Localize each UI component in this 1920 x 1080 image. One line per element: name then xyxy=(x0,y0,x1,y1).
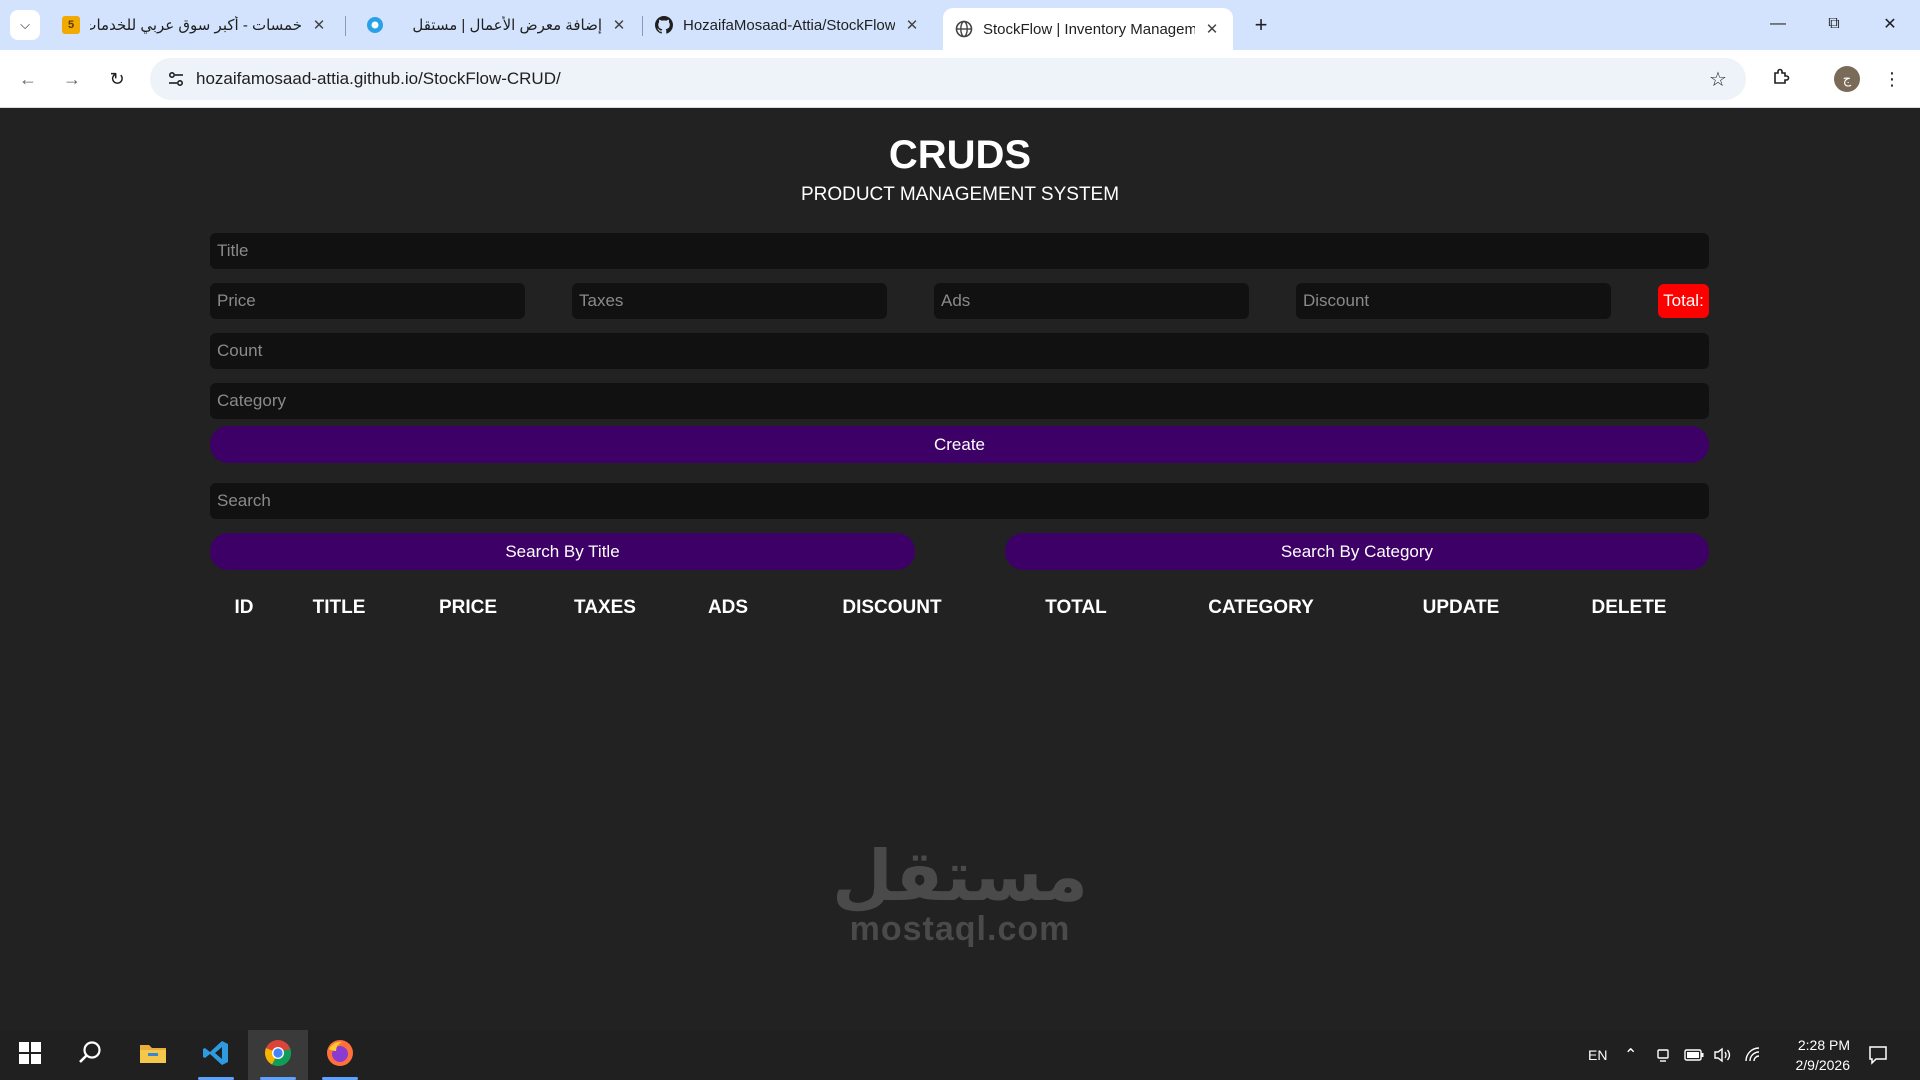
browser-tab-mostaql[interactable]: إضافة معرض الأعمال | مستقل ✕ xyxy=(354,8,640,42)
count-input[interactable] xyxy=(210,333,1709,369)
browser-tab-stockflow[interactable]: StockFlow | Inventory Management ✕ xyxy=(943,8,1233,50)
windows-taskbar: EN ⌃ 2:28 PM 2/9/2026 xyxy=(0,1030,1920,1080)
windows-logo-icon xyxy=(19,1041,41,1069)
restore-window-button[interactable]: ⧉ xyxy=(1814,6,1854,42)
taskbar-search-button[interactable] xyxy=(60,1030,120,1080)
mostaql-favicon-icon xyxy=(366,16,384,34)
volume-icon[interactable] xyxy=(1713,1030,1733,1080)
browser-tab-strip: ⌵ 5 خمسات - أكبر سوق عربي للخدمات ✕ إضاف… xyxy=(0,0,1920,50)
mostaql-watermark: مستقل mostaql.com xyxy=(820,840,1100,946)
column-header-title: TITLE xyxy=(312,597,366,618)
column-header-delete: DELETE xyxy=(1591,597,1667,618)
clock-date: 2/9/2026 xyxy=(1795,1057,1851,1073)
chevron-up-icon: ⌃ xyxy=(1624,1047,1638,1064)
close-tab-icon[interactable]: ✕ xyxy=(610,16,628,34)
taskbar-firefox[interactable] xyxy=(310,1030,370,1080)
create-button[interactable]: Create xyxy=(210,426,1709,463)
tab-title: إضافة معرض الأعمال | مستقل xyxy=(412,17,602,34)
reload-button[interactable]: ↻ xyxy=(101,63,133,95)
address-bar[interactable]: hozaifamosaad-attia.github.io/StockFlow-… xyxy=(150,58,1746,100)
puzzle-icon xyxy=(1771,67,1791,92)
browser-toolbar: ← → ↻ hozaifamosaad-attia.github.io/Stoc… xyxy=(0,50,1920,108)
close-tab-icon[interactable]: ✕ xyxy=(903,16,921,34)
profile-avatar[interactable]: ج xyxy=(1834,66,1860,92)
column-header-price: PRICE xyxy=(438,597,498,618)
tray-device-icon[interactable] xyxy=(1655,1030,1671,1080)
discount-input[interactable] xyxy=(1296,283,1611,319)
tab-title: HozaifaMosaad-Attia/StockFlow xyxy=(683,16,895,34)
system-clock[interactable]: 2:28 PM 2/9/2026 xyxy=(1760,1035,1851,1075)
khamsat-favicon-icon: 5 xyxy=(62,16,80,34)
forward-button[interactable]: → xyxy=(56,63,88,95)
arrow-right-icon: → xyxy=(63,68,81,89)
taskbar-chrome[interactable] xyxy=(248,1030,308,1080)
taskbar-file-explorer[interactable] xyxy=(123,1030,183,1080)
title-input[interactable] xyxy=(210,233,1709,269)
ads-input[interactable] xyxy=(934,283,1249,319)
globe-icon xyxy=(955,20,973,38)
column-header-category: CATEGORY xyxy=(1208,597,1314,618)
restore-icon: ⧉ xyxy=(1828,15,1840,32)
price-input[interactable] xyxy=(210,283,525,319)
search-by-title-button[interactable]: Search By Title xyxy=(210,533,915,570)
vscode-icon xyxy=(202,1039,230,1072)
arrow-left-icon: ← xyxy=(19,68,37,89)
watermark-latin: mostaql.com xyxy=(849,910,1071,948)
close-icon: ✕ xyxy=(1883,16,1897,33)
minimize-window-button[interactable]: — xyxy=(1758,6,1798,42)
close-tab-icon[interactable]: ✕ xyxy=(310,16,328,34)
show-hidden-icons-button[interactable]: ⌃ xyxy=(1624,1030,1637,1080)
start-button[interactable] xyxy=(0,1030,60,1080)
column-header-total: TOTAL xyxy=(1045,597,1107,618)
search-by-category-button[interactable]: Search By Category xyxy=(1005,533,1709,570)
github-icon xyxy=(655,16,673,34)
category-input[interactable] xyxy=(210,383,1709,419)
page-title: CRUDS xyxy=(888,133,1032,177)
products-table-header: ID TITLE PRICE TAXES ADS DISCOUNT TOTAL … xyxy=(210,597,1710,641)
tab-separator xyxy=(345,16,346,36)
new-tab-button[interactable]: + xyxy=(1246,10,1276,40)
chevron-down-icon: ⌵ xyxy=(20,17,30,32)
extensions-button[interactable] xyxy=(1765,63,1797,95)
total-display: Total: xyxy=(1658,284,1709,318)
tab-search-button[interactable]: ⌵ xyxy=(10,10,40,40)
taxes-input[interactable] xyxy=(572,283,887,319)
notifications-button[interactable] xyxy=(1868,1030,1888,1080)
language-indicator[interactable]: EN xyxy=(1588,1030,1607,1080)
folder-icon xyxy=(139,1041,167,1070)
clock-time: 2:28 PM xyxy=(1797,1037,1850,1053)
battery-icon[interactable] xyxy=(1684,1030,1704,1080)
firefox-icon xyxy=(326,1039,354,1072)
column-header-id: ID xyxy=(234,597,254,618)
browser-tab-github[interactable]: HozaifaMosaad-Attia/StockFlow ✕ xyxy=(643,8,933,42)
browser-tab-khamsat[interactable]: 5 خمسات - أكبر سوق عربي للخدمات ✕ xyxy=(50,8,340,42)
close-tab-icon[interactable]: ✕ xyxy=(1203,20,1221,38)
page-subtitle: PRODUCT MANAGEMENT SYSTEM xyxy=(800,184,1120,205)
tab-title: خمسات - أكبر سوق عربي للخدمات xyxy=(90,17,302,34)
more-vertical-icon: ⋮ xyxy=(1883,68,1901,89)
chrome-icon xyxy=(264,1039,292,1072)
plus-icon: + xyxy=(1254,12,1268,37)
reload-icon: ↻ xyxy=(109,68,125,89)
browser-menu-button[interactable]: ⋮ xyxy=(1876,63,1908,95)
column-header-discount: DISCOUNT xyxy=(842,597,942,618)
column-header-ads: ADS xyxy=(707,597,749,618)
column-header-update: UPDATE xyxy=(1422,597,1500,618)
url-text[interactable]: hozaifamosaad-attia.github.io/StockFlow-… xyxy=(196,69,1698,89)
close-window-button[interactable]: ✕ xyxy=(1870,6,1910,42)
search-input[interactable] xyxy=(210,483,1709,519)
search-icon xyxy=(77,1040,103,1071)
tab-title: StockFlow | Inventory Management xyxy=(983,20,1195,38)
site-info-icon[interactable] xyxy=(156,70,196,88)
bookmark-star-icon[interactable]: ☆ xyxy=(1698,67,1738,92)
back-button[interactable]: ← xyxy=(12,63,44,95)
taskbar-vscode[interactable] xyxy=(186,1030,246,1080)
minimize-icon: — xyxy=(1770,15,1786,32)
column-header-taxes: TAXES xyxy=(574,597,636,618)
watermark-arabic: مستقل xyxy=(831,835,1088,917)
